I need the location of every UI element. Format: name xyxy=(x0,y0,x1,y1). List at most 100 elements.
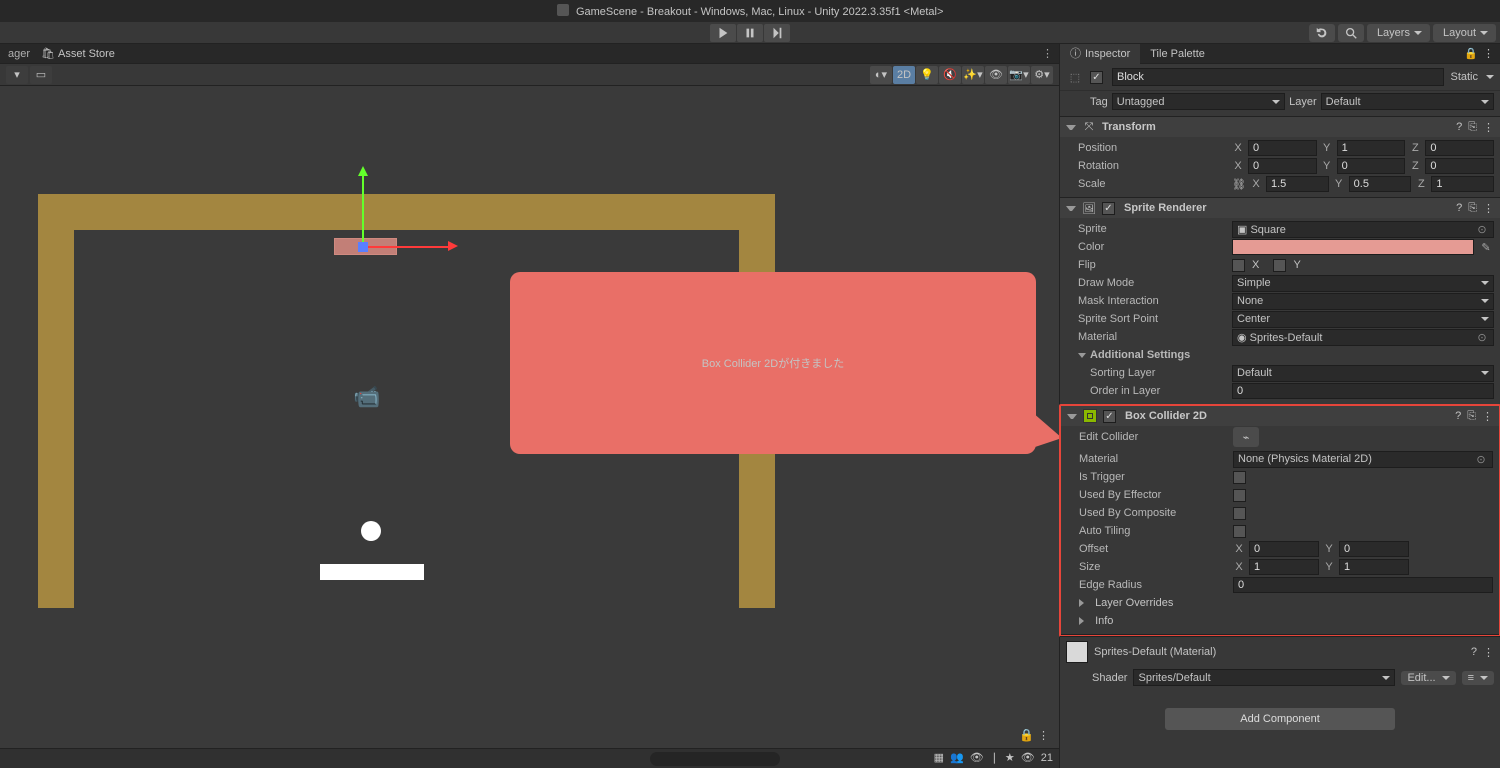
help-icon[interactable]: ? xyxy=(1456,121,1462,134)
scale-y-input[interactable] xyxy=(1349,176,1412,192)
position-x-input[interactable] xyxy=(1248,140,1317,156)
help-icon[interactable]: ? xyxy=(1471,646,1477,658)
help-icon[interactable]: ? xyxy=(1455,410,1461,423)
tab-menu-icon[interactable]: ⋮ xyxy=(1042,47,1053,60)
preset-icon[interactable]: ⎘ xyxy=(1467,410,1476,423)
tab-asset-store[interactable]: 🛍 Asset Store xyxy=(42,48,115,60)
object-picker-icon[interactable]: ⊙ xyxy=(1475,331,1489,344)
size-y-input[interactable] xyxy=(1339,559,1409,575)
order-input[interactable] xyxy=(1232,383,1494,399)
color-field[interactable] xyxy=(1232,239,1474,255)
shader-dropdown[interactable]: Sprites/Default xyxy=(1133,669,1395,686)
lighting-toggle[interactable]: 💡 xyxy=(916,66,938,84)
enable-checkbox[interactable] xyxy=(1103,410,1116,423)
position-y-input[interactable] xyxy=(1337,140,1406,156)
info-label[interactable]: Info xyxy=(1095,615,1113,627)
help-icon[interactable]: ? xyxy=(1456,202,1462,215)
gizmos-toggle[interactable]: ⚙▾ xyxy=(1031,66,1053,84)
position-z-input[interactable] xyxy=(1425,140,1494,156)
sorting-layer-dropdown[interactable]: Default xyxy=(1232,365,1494,382)
fx-toggle[interactable]: ✨▾ xyxy=(962,66,984,84)
mask-dropdown[interactable]: None xyxy=(1232,293,1494,310)
layout-dropdown[interactable]: Layout xyxy=(1433,24,1496,42)
foldout-icon[interactable] xyxy=(1079,617,1084,625)
play-button[interactable] xyxy=(710,24,736,42)
object-picker-icon[interactable]: ⊙ xyxy=(1474,453,1488,466)
visibility-toggle[interactable]: 👁 xyxy=(985,66,1007,84)
footer-icon[interactable]: ▦ xyxy=(934,751,944,764)
foldout-icon[interactable] xyxy=(1066,206,1076,211)
project-search-input[interactable] xyxy=(650,752,780,766)
scale-z-input[interactable] xyxy=(1431,176,1494,192)
foldout-icon[interactable] xyxy=(1066,125,1076,130)
undo-history-button[interactable] xyxy=(1309,24,1335,42)
enable-checkbox[interactable] xyxy=(1102,202,1115,215)
size-x-input[interactable] xyxy=(1249,559,1319,575)
used-by-effector-checkbox[interactable] xyxy=(1233,489,1246,502)
scale-x-input[interactable] xyxy=(1266,176,1329,192)
offset-y-input[interactable] xyxy=(1339,541,1409,557)
kebab-icon[interactable]: ⋮ xyxy=(1483,47,1494,60)
is-trigger-checkbox[interactable] xyxy=(1233,471,1246,484)
flip-x-checkbox[interactable] xyxy=(1232,259,1245,272)
phys-material-field[interactable]: None (Physics Material 2D)⊙ xyxy=(1233,451,1493,468)
rotation-x-input[interactable] xyxy=(1248,158,1317,174)
offset-x-input[interactable] xyxy=(1249,541,1319,557)
add-component-button[interactable]: Add Component xyxy=(1165,708,1395,730)
static-toggle[interactable]: Static xyxy=(1450,71,1494,83)
camera-gizmo-icon[interactable]: 📹 xyxy=(353,384,380,410)
tab-inspector[interactable]: ⓘ Inspector xyxy=(1060,44,1140,64)
footer-icon[interactable]: ❘ xyxy=(990,751,999,764)
shading-mode-button[interactable]: ◐▾ xyxy=(870,66,892,84)
foldout-icon[interactable] xyxy=(1067,414,1077,419)
step-button[interactable] xyxy=(764,24,790,42)
2d-toggle[interactable]: 2D xyxy=(893,66,915,84)
cube-icon[interactable]: ⬚ xyxy=(1066,68,1084,86)
tool-rect-icon[interactable]: ▭ xyxy=(30,66,52,84)
layer-dropdown[interactable]: Default xyxy=(1321,93,1494,110)
kebab-icon[interactable]: ⋮ xyxy=(1482,410,1493,423)
tab-tile-palette[interactable]: Tile Palette xyxy=(1140,44,1215,64)
rotation-y-input[interactable] xyxy=(1337,158,1406,174)
preset-icon[interactable]: ⎘ xyxy=(1468,121,1477,134)
layer-overrides-label[interactable]: Layer Overrides xyxy=(1095,597,1173,609)
tool-mode-dropdown[interactable]: ▾ xyxy=(6,66,28,84)
lock-icon[interactable]: 🔒 xyxy=(1019,728,1034,742)
ball-sprite[interactable] xyxy=(361,521,381,541)
lock-icon[interactable]: 🔒 xyxy=(1464,47,1478,60)
search-button[interactable] xyxy=(1338,24,1364,42)
footer-icon[interactable]: 👁 xyxy=(970,751,984,764)
material-header[interactable]: Sprites-Default (Material) ? ⋮ xyxy=(1060,636,1500,667)
scene-viewport[interactable]: 📹 Box Collider 2Dが付きました 🔒 ⋮ xyxy=(0,86,1059,748)
shader-menu-button[interactable]: ≡ xyxy=(1462,671,1494,685)
foldout-icon[interactable] xyxy=(1079,599,1084,607)
block-sprite[interactable] xyxy=(334,238,397,255)
footer-icon[interactable]: 👥 xyxy=(950,751,964,764)
material-field[interactable]: ◉ Sprites-Default⊙ xyxy=(1232,329,1494,346)
kebab-icon[interactable]: ⋮ xyxy=(1483,121,1494,134)
pause-button[interactable] xyxy=(737,24,763,42)
kebab-icon[interactable]: ⋮ xyxy=(1483,202,1494,215)
flip-y-checkbox[interactable] xyxy=(1273,259,1286,272)
preset-icon[interactable]: ⎘ xyxy=(1468,202,1477,215)
edit-shader-button[interactable]: Edit... xyxy=(1401,671,1455,685)
used-by-composite-checkbox[interactable] xyxy=(1233,507,1246,520)
object-picker-icon[interactable]: ⊙ xyxy=(1475,223,1489,236)
gameobject-name-input[interactable] xyxy=(1112,68,1444,86)
audio-toggle[interactable]: 🔇 xyxy=(939,66,961,84)
sprite-field[interactable]: ▣ Square⊙ xyxy=(1232,221,1494,238)
tag-dropdown[interactable]: Untagged xyxy=(1112,93,1285,110)
foldout-icon[interactable] xyxy=(1078,353,1086,358)
rotation-z-input[interactable] xyxy=(1425,158,1494,174)
kebab-icon[interactable]: ⋮ xyxy=(1038,729,1049,742)
kebab-icon[interactable]: ⋮ xyxy=(1483,646,1494,659)
link-icon[interactable]: ⛓ xyxy=(1232,178,1246,191)
edge-radius-input[interactable] xyxy=(1233,577,1493,593)
edit-collider-button[interactable]: ⌁ xyxy=(1233,427,1259,447)
layers-dropdown[interactable]: Layers xyxy=(1367,24,1430,42)
camera-toggle[interactable]: 📷▾ xyxy=(1008,66,1030,84)
sort-point-dropdown[interactable]: Center xyxy=(1232,311,1494,328)
auto-tiling-checkbox[interactable] xyxy=(1233,525,1246,538)
footer-icon[interactable]: ★ xyxy=(1005,751,1015,764)
active-checkbox[interactable] xyxy=(1090,71,1103,84)
